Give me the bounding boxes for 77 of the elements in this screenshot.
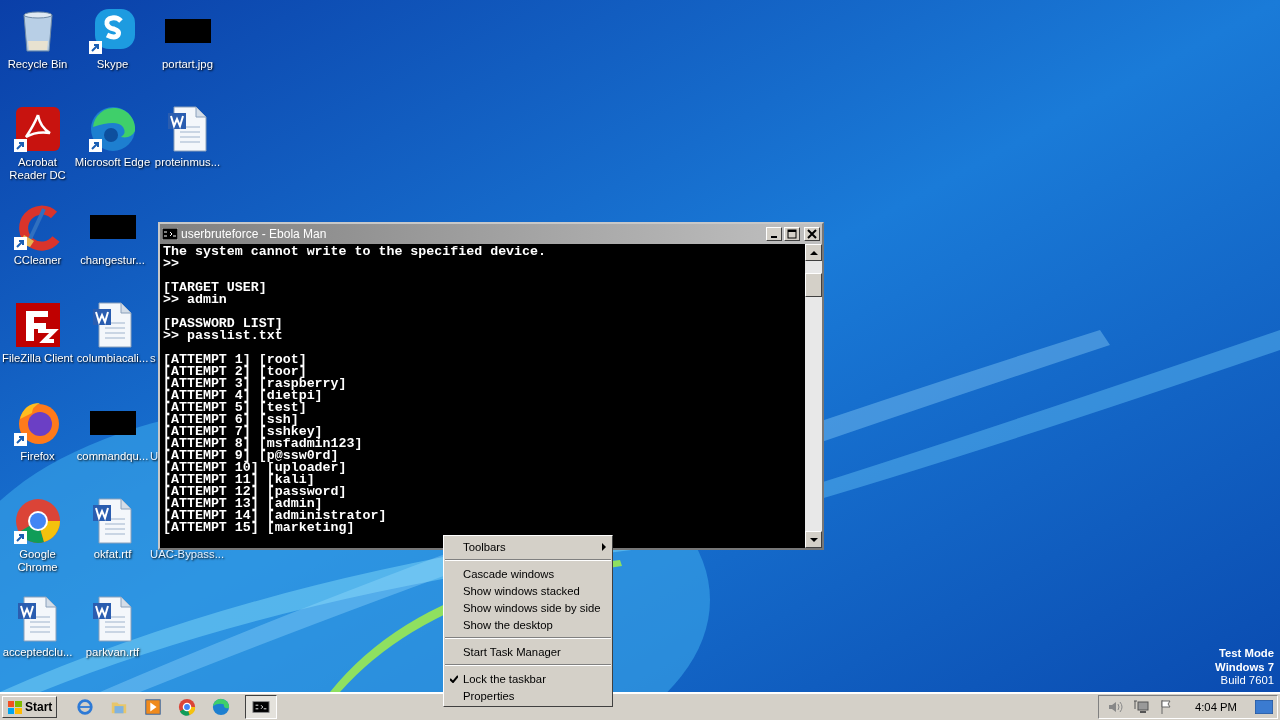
console-line: [ATTEMPT 10] [uploader]	[163, 462, 348, 474]
console-line: [ATTEMPT 4] [dietpi]	[163, 390, 323, 402]
console-line: [ATTEMPT 11] [kali]	[163, 474, 315, 486]
scrollbar-thumb[interactable]	[805, 273, 822, 297]
console-line: [TARGET USER]	[163, 282, 268, 294]
menu-item[interactable]: Cascade windows	[444, 565, 612, 582]
scrollbar[interactable]	[805, 244, 822, 548]
start-button[interactable]: Start	[2, 696, 58, 718]
icon-label[interactable]: Recycle Bin	[7, 58, 68, 71]
network-icon[interactable]	[1132, 699, 1149, 715]
console-line: The system cannot write to the specified device.	[163, 246, 547, 258]
console-line: [PASSWORD LIST]	[163, 318, 284, 330]
windows-logo-icon	[7, 699, 23, 715]
menu-item[interactable]: Show windows stacked	[444, 582, 612, 599]
minimize-button[interactable]	[766, 227, 782, 241]
edge-icon	[88, 105, 137, 153]
redacted-thumbnail	[89, 215, 136, 239]
menu-item[interactable]: Properties	[444, 687, 612, 704]
menu-item[interactable]: Lock the taskbar	[444, 670, 612, 687]
icon-label[interactable]: portart.jpg	[162, 58, 213, 71]
console-line: [ATTEMPT 13] [admin]	[163, 498, 323, 510]
console-line: [ATTEMPT 9] [p@ssw0rd]	[163, 450, 339, 462]
close-button[interactable]	[804, 227, 820, 241]
icon-label[interactable]: Acrobat Reader DC	[9, 156, 66, 182]
redacted-thumbnail	[164, 19, 211, 43]
chrome-icon	[13, 497, 62, 545]
console-line: [ATTEMPT 14] [administrator]	[163, 510, 388, 522]
test-mode-text: Windows 7	[1215, 660, 1274, 674]
console-line: [ATTEMPT 3] [raspberry]	[163, 378, 348, 390]
command-prompt-icon	[162, 228, 178, 240]
down-arrow-icon[interactable]	[809, 535, 818, 544]
submenu-arrow-icon	[602, 542, 606, 551]
console-line: >>	[163, 258, 180, 270]
console-line: [ATTEMPT 2] [toor]	[163, 366, 307, 378]
console-line: >> admin	[163, 294, 227, 306]
skype-icon	[88, 7, 137, 55]
console-line: [ATTEMPT 6] [ssh]	[163, 414, 299, 426]
icon-label[interactable]: changestur...	[80, 254, 145, 267]
console-line: [ATTEMPT 5] [test]	[163, 402, 307, 414]
console-line: [ATTEMPT 15] [marketing]	[163, 522, 355, 534]
command-prompt-icon[interactable]	[252, 698, 271, 716]
icon-label[interactable]: Skype	[96, 58, 129, 71]
chrome-icon[interactable]	[178, 698, 197, 716]
icon-label[interactable]: Firefox	[20, 450, 55, 463]
console-line: [ATTEMPT 12] [password]	[163, 486, 348, 498]
minimize-icon	[771, 236, 777, 238]
maximize-icon	[787, 229, 797, 239]
console-line: [ATTEMPT 1] [root]	[163, 354, 308, 366]
filezilla-icon	[13, 301, 62, 349]
menu-item[interactable]: Show windows side by side	[444, 599, 612, 616]
menu-item[interactable]: Start Task Manager	[444, 643, 612, 660]
console-line: >> passlist.txt	[163, 330, 284, 342]
redacted-thumbnail	[89, 411, 136, 435]
close-icon	[807, 229, 817, 239]
internet-explorer-icon[interactable]	[76, 698, 95, 716]
media-player-icon[interactable]	[144, 698, 163, 716]
ccleaner-icon	[13, 203, 62, 251]
acrobat-icon	[13, 105, 62, 153]
test-mode-text: Test Mode	[1218, 647, 1274, 661]
window-title: userbruteforce - Ebola Man	[181, 227, 328, 241]
up-arrow-icon[interactable]	[809, 248, 818, 257]
icon-label: U	[150, 450, 159, 463]
console-line: [ATTEMPT 7] [sshkey]	[163, 426, 323, 438]
icon-label[interactable]: columbiacali...	[76, 352, 149, 365]
test-mode-text: Build 7601	[1220, 674, 1274, 688]
icon-label[interactable]: CCleaner	[13, 254, 62, 267]
icon-label: s	[150, 352, 156, 365]
console-line: [ATTEMPT 8] [msfadmin123]	[163, 438, 364, 450]
maximize-button[interactable]	[784, 227, 800, 241]
menu-item[interactable]: Show the desktop	[444, 616, 612, 633]
icon-label: UAC-Bypass...	[150, 548, 225, 561]
icon-label[interactable]: FileZilla Client	[2, 352, 73, 365]
clock[interactable]: 4:04 PM	[1194, 701, 1237, 713]
edge-icon[interactable]	[212, 698, 231, 716]
icon-label[interactable]: Microsoft Edge	[74, 156, 151, 169]
icon-label[interactable]: proteinmus...	[154, 156, 221, 169]
menu-item[interactable]: Toolbars	[444, 538, 612, 555]
